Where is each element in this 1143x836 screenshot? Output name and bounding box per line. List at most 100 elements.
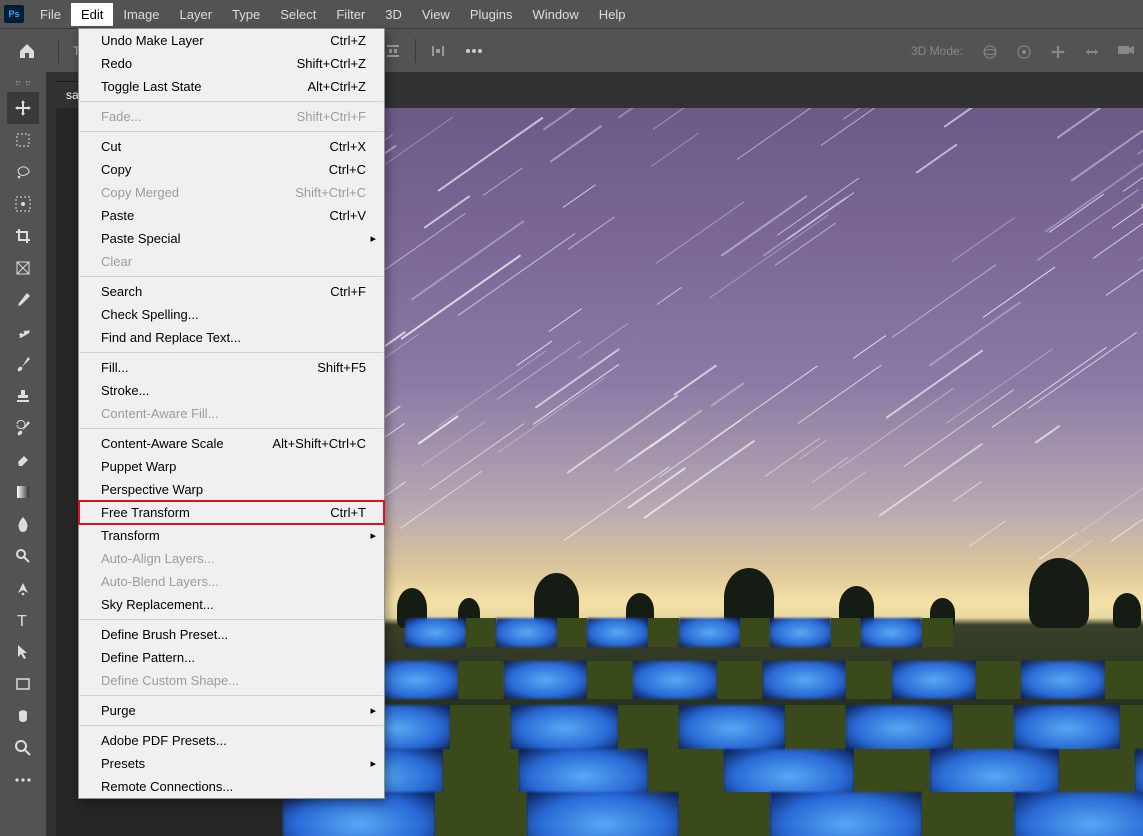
- menu-item-label: Find and Replace Text...: [101, 330, 241, 345]
- menu-item-paste-special[interactable]: Paste Special: [79, 227, 384, 250]
- history-brush-tool[interactable]: [7, 412, 39, 444]
- tools-panel: T: [0, 72, 46, 836]
- menu-item-perspective-warp[interactable]: Perspective Warp: [79, 478, 384, 501]
- blur-tool[interactable]: [7, 508, 39, 540]
- menu-item-label: Define Brush Preset...: [101, 627, 228, 642]
- menu-window[interactable]: Window: [522, 3, 588, 26]
- menu-item-search[interactable]: SearchCtrl+F: [79, 280, 384, 303]
- menu-type[interactable]: Type: [222, 3, 270, 26]
- crop-tool[interactable]: [7, 220, 39, 252]
- separator: [415, 39, 416, 63]
- menu-item-content-aware-scale[interactable]: Content-Aware ScaleAlt+Shift+Ctrl+C: [79, 432, 384, 455]
- menu-item-label: Sky Replacement...: [101, 597, 214, 612]
- menu-item-presets[interactable]: Presets: [79, 752, 384, 775]
- menu-item-check-spelling[interactable]: Check Spelling...: [79, 303, 384, 326]
- eyedropper-tool[interactable]: [7, 284, 39, 316]
- menu-item-label: Stroke...: [101, 383, 149, 398]
- menu-item-stroke[interactable]: Stroke...: [79, 379, 384, 402]
- dodge-tool[interactable]: [7, 540, 39, 572]
- healing-tool[interactable]: [7, 316, 39, 348]
- menu-item-label: Purge: [101, 703, 136, 718]
- menu-item-transform[interactable]: Transform: [79, 524, 384, 547]
- menu-item-label: Redo: [101, 56, 132, 71]
- document-image: [382, 108, 1143, 836]
- pen-tool[interactable]: [7, 572, 39, 604]
- menu-separator: [80, 619, 383, 620]
- menu-item-redo[interactable]: RedoShift+Ctrl+Z: [79, 52, 384, 75]
- quick-select-tool[interactable]: [7, 188, 39, 220]
- eraser-tool[interactable]: [7, 444, 39, 476]
- menu-item-label: Check Spelling...: [101, 307, 199, 322]
- edit-menu-dropdown: Undo Make Layer Ctrl+Z RedoShift+Ctrl+ZTog…: [78, 28, 385, 799]
- menu-item-label: Fill...: [101, 360, 128, 375]
- move-tool[interactable]: [7, 92, 39, 124]
- menu-item-label: Fade...: [101, 109, 141, 124]
- menu-item-purge[interactable]: Purge: [79, 699, 384, 722]
- menu-item-puppet-warp[interactable]: Puppet Warp: [79, 455, 384, 478]
- menu-item-remote-connections[interactable]: Remote Connections...: [79, 775, 384, 798]
- menu-item-label: Paste Special: [101, 231, 181, 246]
- menu-separator: [80, 276, 383, 277]
- camera-icon[interactable]: [1117, 43, 1133, 59]
- brush-tool[interactable]: [7, 348, 39, 380]
- menu-item-label: Perspective Warp: [101, 482, 203, 497]
- menu-plugins[interactable]: Plugins: [460, 3, 523, 26]
- menu-filter[interactable]: Filter: [326, 3, 375, 26]
- menu-item-shortcut: Ctrl+V: [330, 208, 366, 223]
- type-tool[interactable]: T: [7, 604, 39, 636]
- lasso-tool[interactable]: [7, 156, 39, 188]
- menu-item-copy-merged: Copy Merged Shift+Ctrl+C: [79, 181, 384, 204]
- more-options-icon[interactable]: [466, 43, 482, 59]
- frame-tool[interactable]: [7, 252, 39, 284]
- collapse-panel-icon[interactable]: [16, 81, 30, 89]
- menu-layer[interactable]: Layer: [170, 3, 223, 26]
- marquee-tool[interactable]: [7, 124, 39, 156]
- home-button[interactable]: [10, 34, 44, 68]
- menu-item-label: Search: [101, 284, 142, 299]
- menu-item-label: Undo Make Layer: [101, 33, 204, 48]
- stamp-tool[interactable]: [7, 380, 39, 412]
- menu-item-sky-replacement[interactable]: Sky Replacement...: [79, 593, 384, 616]
- menu-item-label: Copy Merged: [101, 185, 179, 200]
- menu-item-shortcut: Shift+Ctrl+C: [295, 185, 366, 200]
- menu-3d[interactable]: 3D: [375, 3, 412, 26]
- menu-item-label: Transform: [101, 528, 160, 543]
- app-logo: Ps: [4, 5, 24, 23]
- menu-item-shortcut: Shift+F5: [317, 360, 366, 375]
- menu-item-shortcut: Ctrl+Z: [330, 33, 366, 48]
- menu-help[interactable]: Help: [589, 3, 636, 26]
- menu-item-label: Remote Connections...: [101, 779, 233, 794]
- menu-item-free-transform[interactable]: Free TransformCtrl+T: [79, 501, 384, 524]
- menu-item-paste[interactable]: PasteCtrl+V: [79, 204, 384, 227]
- hand-tool[interactable]: [7, 700, 39, 732]
- distribute-space-icon[interactable]: [430, 43, 446, 59]
- menu-item-fill[interactable]: Fill... Shift+F5: [79, 356, 384, 379]
- orbit-icon[interactable]: [981, 43, 997, 59]
- menu-item-define-pattern[interactable]: Define Pattern...: [79, 646, 384, 669]
- menu-file[interactable]: File: [30, 3, 71, 26]
- menu-item-undo-make-layer[interactable]: Undo Make Layer Ctrl+Z: [79, 29, 384, 52]
- menu-item-shortcut: Shift+Ctrl+F: [297, 109, 366, 124]
- menu-item-find-and-replace-text[interactable]: Find and Replace Text...: [79, 326, 384, 349]
- menu-item-adobe-pdf-presets[interactable]: Adobe PDF Presets...: [79, 729, 384, 752]
- menu-item-define-brush-preset[interactable]: Define Brush Preset...: [79, 623, 384, 646]
- distribute-bottom-icon[interactable]: [385, 43, 401, 59]
- menu-view[interactable]: View: [412, 3, 460, 26]
- menu-item-copy[interactable]: CopyCtrl+C: [79, 158, 384, 181]
- menu-select[interactable]: Select: [270, 3, 326, 26]
- menu-item-shortcut: Alt+Ctrl+Z: [307, 79, 366, 94]
- gradient-tool[interactable]: [7, 476, 39, 508]
- menu-item-toggle-last-state[interactable]: Toggle Last StateAlt+Ctrl+Z: [79, 75, 384, 98]
- pan-icon[interactable]: [1049, 43, 1065, 59]
- path-select-tool[interactable]: [7, 636, 39, 668]
- menu-image[interactable]: Image: [113, 3, 169, 26]
- zoom-tool[interactable]: [7, 732, 39, 764]
- slide-icon[interactable]: [1083, 43, 1099, 59]
- rectangle-tool[interactable]: [7, 668, 39, 700]
- menu-edit[interactable]: Edit: [71, 3, 113, 26]
- more-tool[interactable]: [7, 764, 39, 796]
- menu-item-cut[interactable]: CutCtrl+X: [79, 135, 384, 158]
- menu-item-define-custom-shape: Define Custom Shape...: [79, 669, 384, 692]
- roll-icon[interactable]: [1015, 43, 1031, 59]
- menu-item-fade: Fade... Shift+Ctrl+F: [79, 105, 384, 128]
